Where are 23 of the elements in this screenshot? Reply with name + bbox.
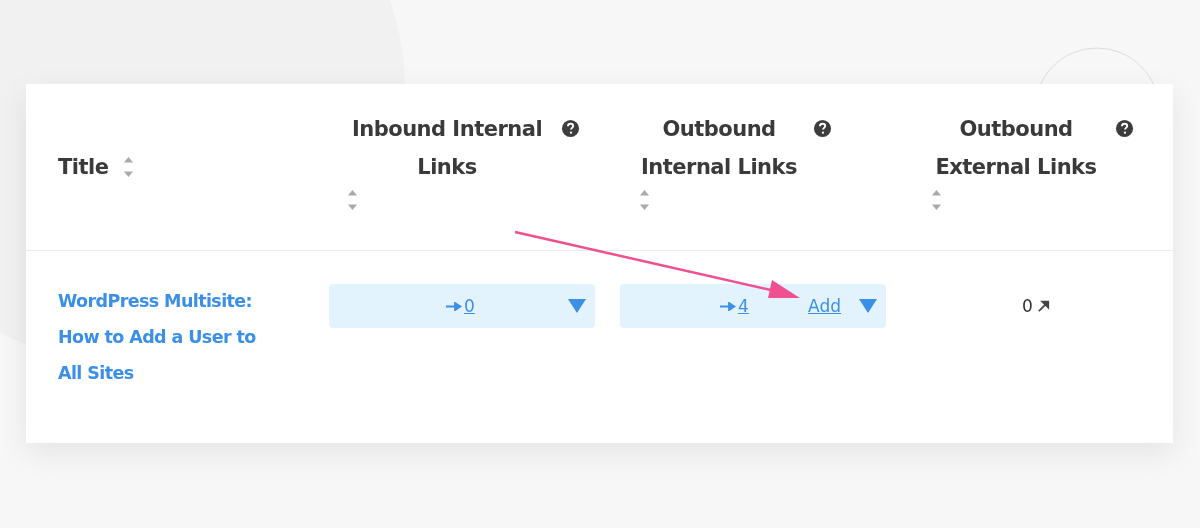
link-count[interactable]: 0 (464, 296, 475, 316)
help-icon[interactable] (1115, 119, 1134, 138)
external-link-icon[interactable] (1037, 300, 1050, 312)
sort-icon[interactable] (639, 188, 650, 212)
sort-icon[interactable] (122, 155, 134, 179)
help-icon[interactable] (561, 119, 580, 138)
sort-icon[interactable] (931, 188, 942, 212)
column-header[interactable]: Outbound External Links (931, 110, 1101, 186)
column-header[interactable]: Outbound Internal Links (639, 110, 799, 186)
sort-icon[interactable] (347, 188, 358, 212)
arrow-icon (446, 301, 464, 311)
links-dropdown[interactable]: 0 (329, 284, 595, 328)
links-dropdown[interactable]: 4 Add (620, 284, 886, 328)
arrow-icon (720, 301, 738, 311)
column-header[interactable]: Title (58, 148, 109, 186)
help-icon[interactable] (813, 119, 832, 138)
caret-icon[interactable] (568, 299, 586, 313)
column-header[interactable]: Inbound Internal Links (347, 110, 547, 186)
caret-icon[interactable] (859, 299, 877, 313)
add-link[interactable]: Add (808, 296, 841, 316)
post-title-link[interactable]: WordPress Multisite: How to Add a User to All Sites (58, 283, 278, 391)
link-count[interactable]: 4 (738, 296, 749, 316)
external-count: 0 (1022, 296, 1033, 316)
